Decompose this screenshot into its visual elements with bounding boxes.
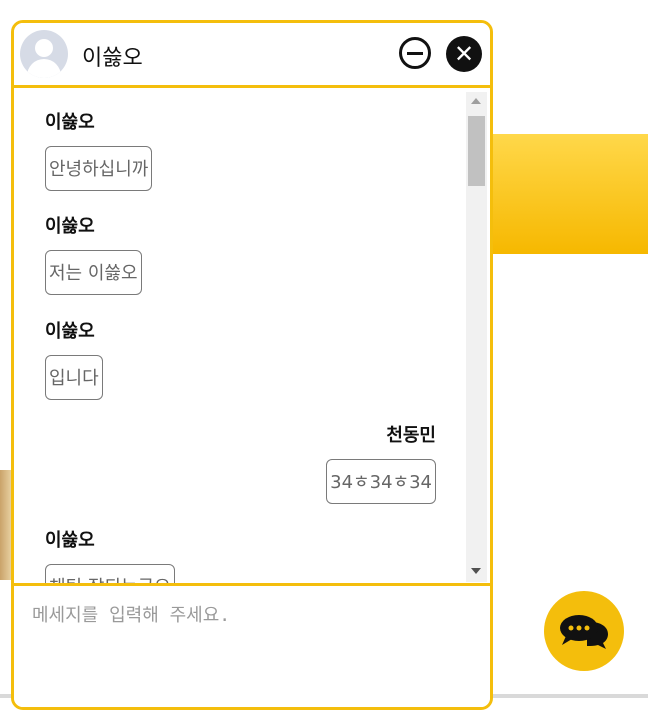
chat-title: 이쓿오 <box>82 46 143 71</box>
chat-launcher-button[interactable] <box>544 591 624 671</box>
message-item: 이쓿오 채팅 잘되는군요 <box>45 526 175 583</box>
background-banner <box>490 134 648 254</box>
message-scrollbar[interactable] <box>466 92 487 582</box>
avatar <box>20 30 68 78</box>
message-bubble: 채팅 잘되는군요 <box>45 564 175 583</box>
scroll-up-icon[interactable] <box>471 98 481 104</box>
chat-window: 이쓿오 ✕ 이쓿오 안녕하십니까 이쓿오 저는 이쓿오 이쓿오 입니다 천동민 … <box>11 20 493 710</box>
message-item: 이쓿오 안녕하십니까 <box>45 108 153 191</box>
chat-bubbles-icon <box>560 615 608 649</box>
message-bubble: 저는 이쓿오 <box>45 250 142 295</box>
chat-header: 이쓿오 ✕ <box>14 23 490 88</box>
message-item: 천동민 34ㅎ34ㅎ34 <box>326 421 436 504</box>
message-bubble: 안녕하십니까 <box>45 146 153 191</box>
avatar-shoulders <box>27 59 61 78</box>
message-bubble: 입니다 <box>45 355 103 400</box>
close-icon[interactable]: ✕ <box>446 36 482 72</box>
minimize-icon[interactable] <box>399 37 431 69</box>
message-bubble: 34ㅎ34ㅎ34 <box>326 459 436 504</box>
message-sender: 이쓿오 <box>45 530 95 551</box>
scroll-down-icon[interactable] <box>471 568 481 574</box>
avatar-head <box>35 39 53 57</box>
message-item: 이쓿오 입니다 <box>45 317 103 400</box>
message-input[interactable] <box>14 586 490 707</box>
message-sender: 이쓿오 <box>45 216 95 237</box>
message-item: 이쓿오 저는 이쓿오 <box>45 212 142 295</box>
message-sender: 천동민 <box>386 425 436 446</box>
message-sender: 이쓿오 <box>45 321 95 342</box>
scrollbar-thumb[interactable] <box>468 116 485 186</box>
message-list: 이쓿오 안녕하십니까 이쓿오 저는 이쓿오 이쓿오 입니다 천동민 34ㅎ34ㅎ… <box>14 88 490 586</box>
message-sender: 이쓿오 <box>45 112 95 133</box>
